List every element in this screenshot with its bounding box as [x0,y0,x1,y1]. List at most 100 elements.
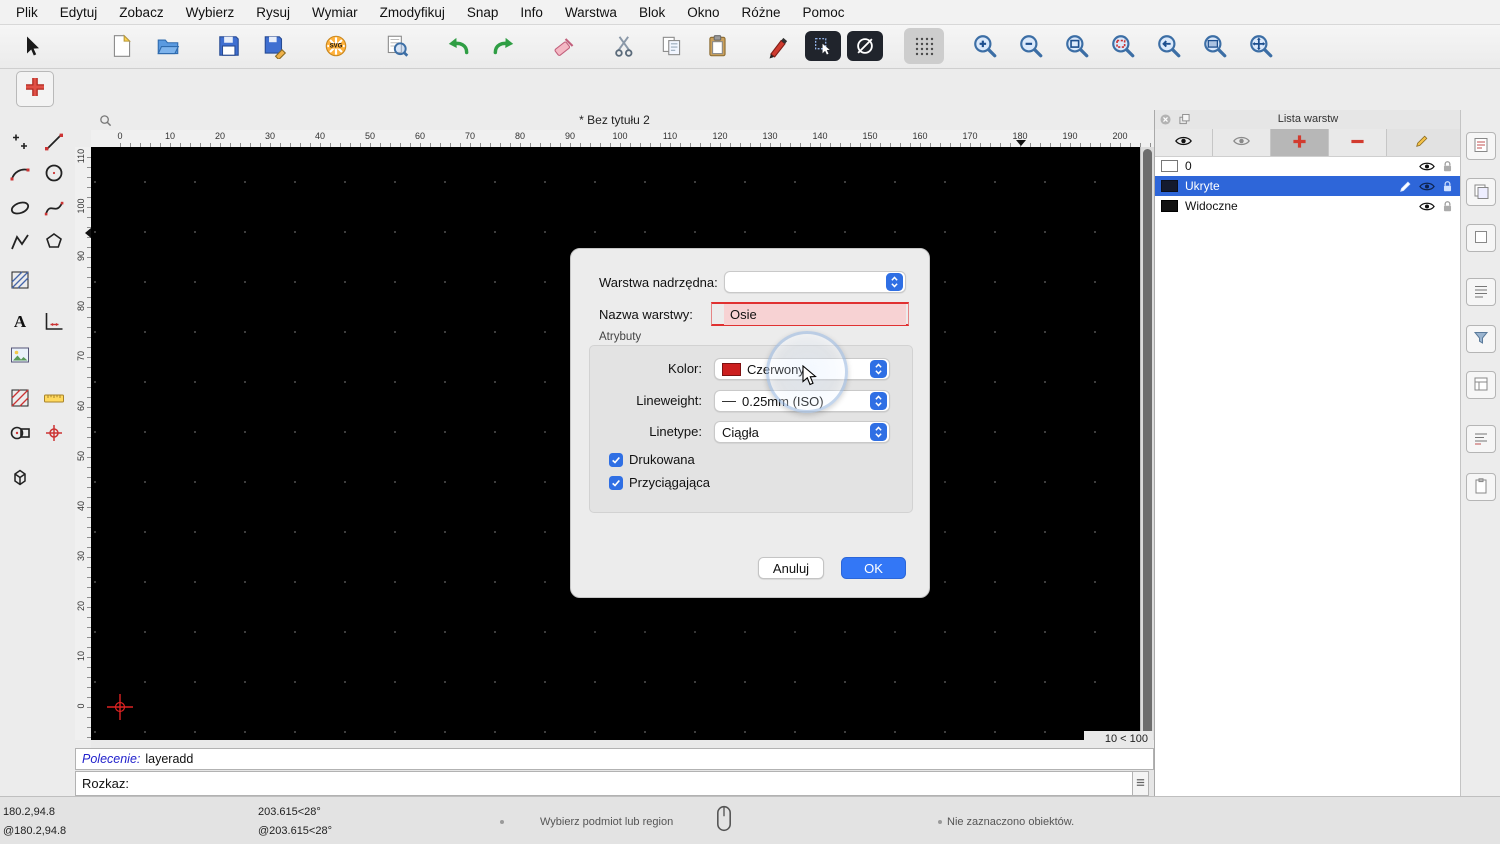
grid-toggle-button[interactable] [904,28,944,64]
point-tool-button[interactable] [6,129,34,157]
menu-item[interactable]: Wymiar [312,5,358,20]
block-tool-button[interactable] [6,420,34,448]
save-as-button[interactable] [255,28,295,64]
layer-visibility-icon[interactable] [1419,181,1435,192]
ellipse-tool-button[interactable] [6,195,34,223]
polyline-tool-button[interactable] [6,229,34,257]
snap-checkbox[interactable] [609,476,623,490]
svg-export-button[interactable]: SVG [316,28,356,64]
property-pen-button[interactable] [759,28,799,64]
ok-button[interactable]: OK [841,557,906,579]
reference-panel-button[interactable] [1466,473,1496,501]
menu-item[interactable]: Warstwa [565,5,617,20]
layer-row-ukryte[interactable]: Ukryte [1155,176,1461,196]
redo-button[interactable] [484,28,524,64]
image-tool-button[interactable] [6,342,34,370]
svg-text:A: A [14,312,27,331]
zoom-window-button[interactable] [1195,28,1235,64]
parent-layer-select[interactable] [724,271,906,293]
spline-tool-button[interactable] [40,195,68,223]
layer-visibility-icon[interactable] [1419,201,1435,212]
snap-checkbox-label[interactable]: Przyciągająca [629,475,710,491]
open-file-button[interactable] [148,28,188,64]
hide-all-layers-button[interactable] [1213,129,1271,156]
menu-item[interactable]: Wybierz [186,5,235,20]
paste-button[interactable] [698,28,738,64]
grid-icon [912,34,936,58]
layer-row-widoczne[interactable]: Widoczne [1155,196,1461,216]
menu-item[interactable]: Różne [742,5,781,20]
layer-lock-icon[interactable] [1442,200,1453,213]
print-checkbox-label[interactable]: Drukowana [629,452,695,468]
solid-tool-button[interactable] [6,464,34,492]
circle-slash-icon [854,35,876,57]
arc-tool-button[interactable] [6,160,34,188]
layer-edit-pencil-icon[interactable] [1399,180,1412,193]
command-input[interactable]: Rozkaz: [75,771,1137,796]
v-ruler-tick: 110 [76,148,86,164]
layer-row-0[interactable]: 0 [1155,156,1461,176]
copy-button[interactable] [652,28,692,64]
menu-item[interactable]: Zobacz [119,5,163,20]
auto-zoom-button[interactable] [1057,28,1097,64]
add-layer-button[interactable] [1271,129,1329,156]
zoom-in-button[interactable] [965,28,1005,64]
dimension-tool-button[interactable] [40,308,68,336]
show-all-layers-button[interactable] [1155,129,1213,156]
previous-view-button[interactable] [1149,28,1189,64]
menu-item[interactable]: Rysuj [256,5,290,20]
command-lines-icon [1472,429,1490,450]
shape-tool-button[interactable] [40,229,68,257]
menu-item[interactable]: Edytuj [60,5,98,20]
line-tool-button[interactable] [40,129,68,157]
parent-layer-label: Warstwa nadrzędna: [599,275,718,290]
menu-item[interactable]: Pomoc [803,5,845,20]
edit-layer-button[interactable] [1405,129,1439,156]
menu-item[interactable]: Blok [639,5,665,20]
layer-lock-icon[interactable] [1442,180,1453,193]
zoom-out-button[interactable] [1011,28,1051,64]
selection-filter-panel-button[interactable] [1466,325,1496,353]
menu-item[interactable]: Zmodyfikuj [380,5,445,20]
layer-visibility-icon[interactable] [1419,161,1435,172]
pan-button[interactable] [1241,28,1281,64]
command-options-button[interactable] [1132,771,1149,796]
save-button[interactable] [209,28,249,64]
block-list-panel-button[interactable] [1466,224,1496,252]
vertical-scrollbar[interactable] [1140,147,1154,740]
print-checkbox[interactable] [609,453,623,467]
erase-button[interactable] [545,28,585,64]
linetype-select[interactable]: Ciągła [714,421,890,443]
text-tool-button[interactable]: A [6,308,34,336]
select-tool-button[interactable] [12,28,52,64]
undo-button[interactable] [438,28,478,64]
selection-mode-button[interactable] [805,31,841,61]
layer-name-input[interactable]: Osie [724,304,906,325]
cut-button[interactable] [606,28,646,64]
new-file-button[interactable] [102,28,142,64]
remove-layer-button[interactable] [1329,129,1387,156]
cancel-button[interactable]: Anuluj [758,557,824,579]
document-tab[interactable]: * Bez tytułu 2 [75,110,1154,131]
print-preview-button[interactable] [377,28,417,64]
circle-tool-button[interactable] [40,160,68,188]
command-line-panel-button[interactable] [1466,425,1496,453]
draft-mode-button[interactable] [847,31,883,61]
property-editor-panel-button[interactable] [1466,132,1496,160]
menu-item[interactable]: Snap [467,5,499,20]
scrollbar-thumb[interactable] [1143,149,1152,736]
menu-item[interactable]: Plik [16,5,38,20]
hatch-tool-button[interactable] [6,267,34,295]
snap-tool-button[interactable] [40,420,68,448]
current-action-button[interactable] [16,71,54,107]
layer-name-value: Osie [730,307,757,322]
library-browser-panel-button[interactable] [1466,371,1496,399]
zoom-redraw-button[interactable] [1103,28,1143,64]
measure-tool-button[interactable] [40,385,68,413]
menu-item[interactable]: Info [520,5,543,20]
layer-list-panel-button[interactable] [1466,178,1496,206]
menu-item[interactable]: Okno [687,5,719,20]
view-list-panel-button[interactable] [1466,278,1496,306]
layer-lock-icon[interactable] [1442,160,1453,173]
fill-tool-button[interactable] [6,385,34,413]
